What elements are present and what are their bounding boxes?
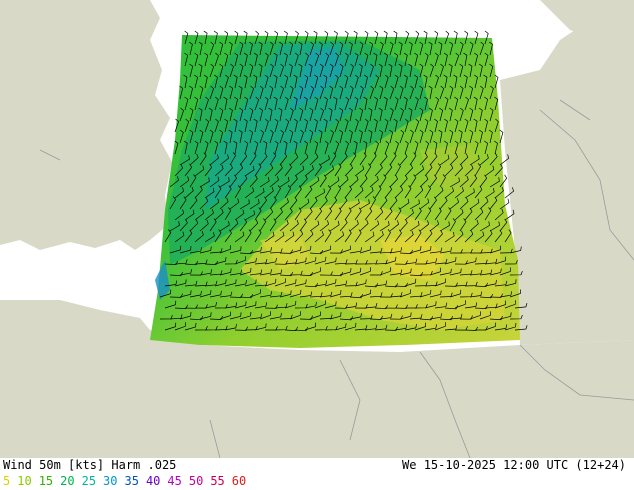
wind-speed-field [150,35,520,348]
legend-value-10: 10 [17,474,32,488]
legend-value-40: 40 [145,474,161,488]
map-title: Wind 50m [kts] Harm .025 [3,458,177,472]
wind-speed-legend: 5 10 15 20 25 30 35 40 45 50 55 60 [3,474,246,488]
legend-value-15: 15 [38,474,54,488]
footer-bar: Wind 50m [kts] Harm .025 We 15-10-2025 1… [0,458,634,490]
legend-value-20: 20 [60,474,75,488]
wind-map [0,0,634,458]
legend-value-45: 45 [167,474,182,488]
legend-value-60: 60 [231,474,247,488]
legend-value-55: 55 [210,474,225,488]
legend-value-25: 25 [81,474,97,488]
legend-value-35: 35 [124,474,139,488]
legend-value-50: 50 [188,474,204,488]
legend-value-5: 5 [3,474,11,488]
valid-datetime: We 15-10-2025 12:00 UTC (12+24) [402,458,626,472]
legend-value-30: 30 [103,474,118,488]
map-canvas [0,0,634,458]
